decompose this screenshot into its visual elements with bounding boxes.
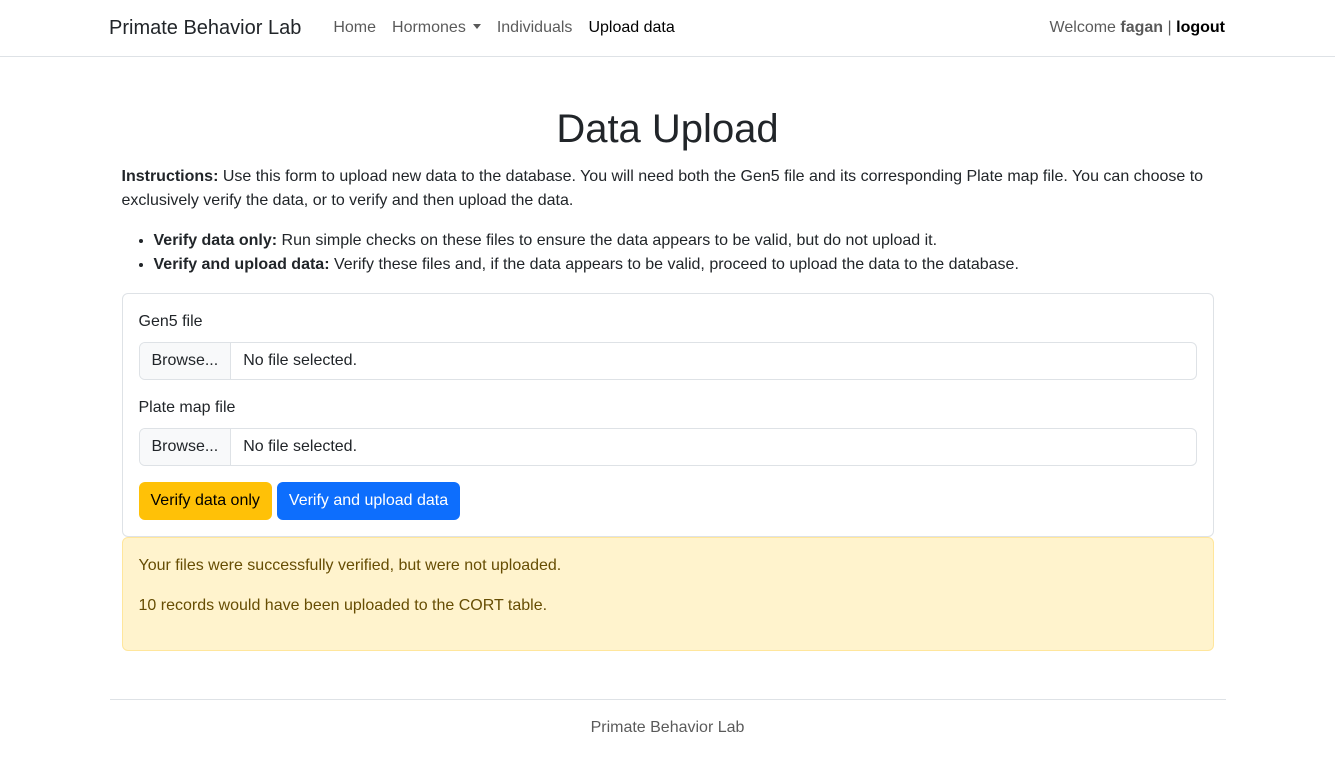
- footer-text: Primate Behavior Lab: [590, 719, 745, 736]
- alert-records: 10 records would have been uploaded to t…: [138, 597, 548, 614]
- instructions-text: Use this form to upload new data to the …: [121, 168, 1204, 209]
- brand-link[interactable]: Primate Behavior Lab: [109, 13, 301, 43]
- gen5-file-input[interactable]: Browse... No file selected.: [138, 342, 1197, 380]
- main-content: Data Upload Instructions: Use this form …: [121, 105, 1214, 651]
- logout-link[interactable]: logout: [1176, 19, 1225, 36]
- nav-individuals[interactable]: Individuals: [489, 16, 581, 40]
- plate-map-file-status: No file selected.: [243, 438, 358, 455]
- nav-home[interactable]: Home: [325, 16, 384, 40]
- list-item: Verify and upload data: Verify these fil…: [154, 253, 1214, 277]
- plate-map-file-input[interactable]: Browse... No file selected.: [138, 428, 1197, 466]
- welcome-text: Welcome: [1049, 19, 1116, 36]
- verify-data-only-button[interactable]: Verify data only: [138, 482, 272, 520]
- username: fagan: [1120, 19, 1164, 36]
- footer: Primate Behavior Lab: [109, 699, 1226, 740]
- plate-map-file-label: Plate map file: [138, 399, 236, 416]
- options-list: Verify data only: Run simple checks on t…: [122, 229, 1214, 277]
- nav-links: Home Hormones Individuals Upload data: [325, 16, 682, 40]
- separator: |: [1167, 19, 1172, 36]
- plate-map-browse-button[interactable]: Browse...: [139, 429, 232, 465]
- verify-and-upload-button[interactable]: Verify and upload data: [276, 482, 461, 520]
- instructions: Instructions: Use this form to upload ne…: [122, 165, 1214, 213]
- nav-upload-data[interactable]: Upload data: [580, 16, 682, 40]
- caret-down-icon: [472, 24, 481, 29]
- nav-hormones-label: Hormones: [392, 19, 466, 36]
- option-text: Run simple checks on these files to ensu…: [277, 232, 938, 249]
- page-title: Data Upload: [556, 107, 779, 151]
- gen5-file-label: Gen5 file: [138, 313, 203, 330]
- nav-hormones-dropdown[interactable]: Hormones: [384, 16, 489, 40]
- navbar: Primate Behavior Lab Home Hormones Indiv…: [0, 0, 1335, 57]
- option-label: Verify and upload data:: [153, 256, 330, 273]
- gen5-browse-button[interactable]: Browse...: [139, 343, 232, 379]
- list-item: Verify data only: Run simple checks on t…: [154, 229, 1214, 253]
- form-buttons: Verify data only Verify and upload data: [138, 482, 1197, 520]
- upload-form: Gen5 file Browse... No file selected. Pl…: [121, 293, 1214, 537]
- instructions-label: Instructions:: [121, 168, 219, 185]
- alert-message: Your files were successfully verified, b…: [138, 557, 562, 574]
- user-area: Welcome fagan | logout: [1050, 16, 1225, 40]
- option-label: Verify data only:: [153, 232, 278, 249]
- status-alert: Your files were successfully verified, b…: [121, 537, 1214, 651]
- gen5-file-status: No file selected.: [243, 352, 358, 369]
- option-text: Verify these files and, if the data appe…: [329, 256, 1019, 273]
